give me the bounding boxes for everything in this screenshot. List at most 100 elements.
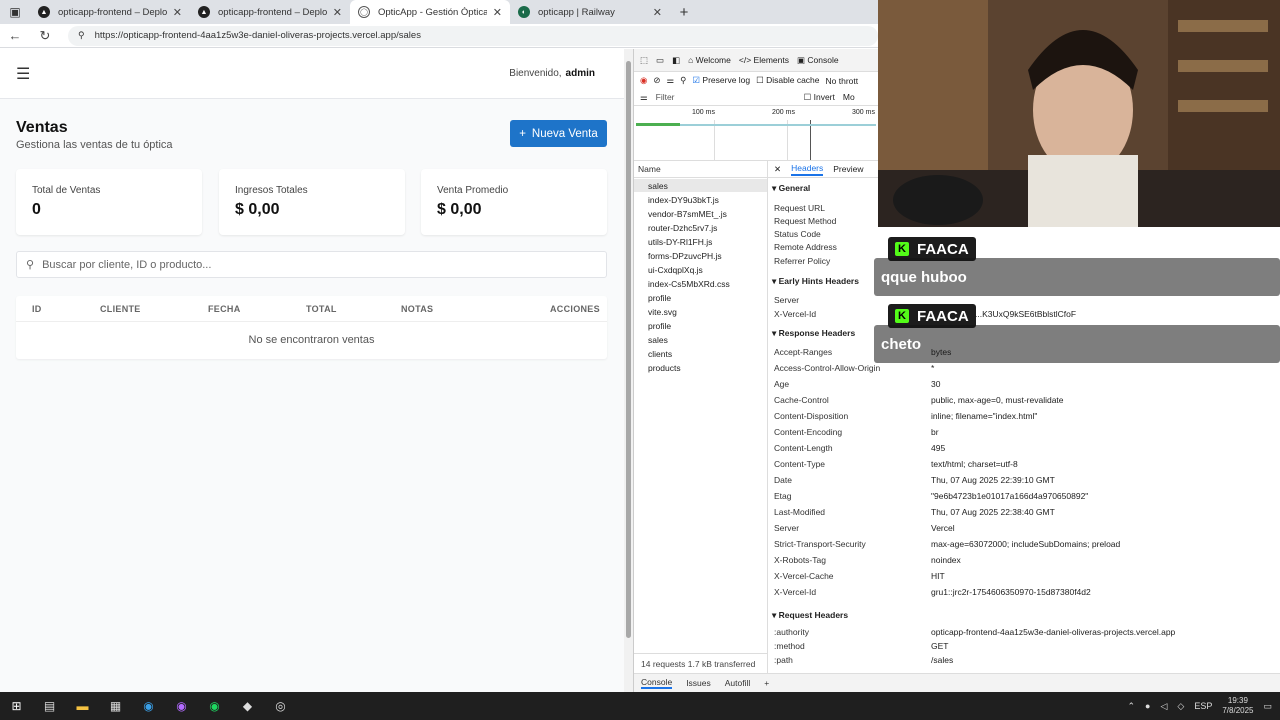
section-title: Request Headers	[778, 610, 849, 620]
section-request-headers[interactable]: ▾ Request Headers	[772, 610, 848, 621]
request-row[interactable]: vite.svg	[648, 307, 677, 317]
drawer-tab-console[interactable]: Console	[641, 677, 673, 689]
chevron-up-icon[interactable]: ⌃	[1128, 701, 1136, 712]
menu-icon[interactable]: ☰	[16, 64, 30, 84]
notification-icon[interactable]: ▭	[1263, 701, 1272, 712]
request-row[interactable]: index-Cs5MbXRd.css	[648, 279, 730, 289]
language-indicator[interactable]: ESP	[1194, 701, 1212, 711]
search-icon[interactable]: ⚲	[680, 75, 686, 86]
add-tab-icon[interactable]: +	[764, 678, 769, 688]
headers-panel: ✕ Headers Preview ▾ General Request URL …	[767, 161, 1280, 691]
header-value: public, max-age=0, must-revalidate	[931, 395, 1064, 405]
request-row[interactable]: ui-CxdqplXq.js	[648, 265, 703, 275]
device-icon[interactable]: ▭	[656, 55, 664, 66]
close-icon[interactable]: ✕	[653, 6, 662, 19]
tab-elements[interactable]: </> Elements	[739, 55, 789, 65]
request-row[interactable]: vendor-B7smMEt_.js	[648, 209, 727, 219]
request-row[interactable]: forms-DPzuvcPH.js	[648, 251, 722, 261]
dock-icon[interactable]: ◧	[672, 55, 680, 66]
inspect-icon[interactable]: ⬚	[640, 55, 648, 66]
sales-table: ID CLIENTE FECHA TOTAL NOTAS ACCIONES No…	[16, 296, 607, 359]
back-icon[interactable]: ←	[0, 28, 30, 43]
volume-icon[interactable]: ◁	[1160, 701, 1167, 712]
app-icon[interactable]: ◆	[231, 692, 264, 720]
url-field[interactable]: ⚲ https://opticapp-frontend-4aa1z5w3e-da…	[68, 25, 878, 46]
section-early-hints[interactable]: ▾ Early Hints Headers	[772, 276, 859, 287]
browser-tab[interactable]: ▲ opticapp-frontend – Deployment ✕	[30, 0, 190, 24]
request-row[interactable]: index-DY9u3bkT.js	[648, 195, 719, 205]
page-scrollbar[interactable]	[624, 49, 633, 692]
throttle-select[interactable]: No thrott	[826, 76, 859, 86]
record-icon[interactable]: ◉	[640, 75, 647, 86]
network-timeline[interactable]: 100 ms 200 ms 300 ms	[634, 106, 878, 161]
new-sale-button[interactable]: + Nueva Venta	[510, 120, 607, 147]
close-icon[interactable]: ✕	[774, 164, 781, 175]
section-response-headers[interactable]: ▾ Response Headers	[772, 328, 855, 339]
site-info-icon[interactable]: ⚲	[78, 30, 85, 41]
header-value: 495	[931, 443, 946, 453]
request-row[interactable]: products	[648, 363, 681, 373]
tab-title: opticapp-frontend – Deployment	[218, 6, 327, 18]
request-row[interactable]: profile	[648, 321, 671, 331]
search-input[interactable]: ⚲ Buscar por cliente, ID o producto...	[16, 251, 607, 278]
stat-card-total-sales: Total de Ventas 0	[16, 169, 202, 235]
network-icon[interactable]: ◇	[1177, 701, 1184, 712]
filter-input[interactable]: Filter	[656, 92, 796, 102]
edge-icon[interactable]: ◉	[132, 692, 165, 720]
file-explorer-icon[interactable]: ▬	[66, 692, 99, 720]
new-tab-button[interactable]: +	[670, 0, 698, 24]
timeline-gridline	[714, 120, 715, 160]
start-icon[interactable]: ⊞	[0, 692, 33, 720]
clear-icon[interactable]: ⊘	[653, 75, 660, 86]
clock[interactable]: 19:39 7/8/2025	[1222, 696, 1253, 716]
clock-time: 19:39	[1227, 696, 1248, 705]
tab-headers[interactable]: Headers	[791, 163, 824, 176]
drawer-tab-issues[interactable]: Issues	[686, 678, 711, 688]
header-value: br	[931, 427, 939, 437]
search-placeholder: Buscar por cliente, ID o producto...	[42, 258, 212, 271]
close-icon[interactable]: ✕	[333, 6, 342, 19]
timeline-tick: 100 ms	[692, 109, 715, 116]
invert-checkbox[interactable]: ☐ Invert	[804, 92, 835, 103]
more-filters[interactable]: Mo	[843, 92, 855, 102]
network-summary: 14 requests 1.7 kB transferred 43	[634, 653, 767, 689]
tab-welcome[interactable]: ⌂ Welcome	[688, 55, 731, 65]
browser-tab[interactable]: ▲ opticapp-frontend – Deployment ✕	[190, 0, 350, 24]
app-icon[interactable]: ◎	[264, 692, 297, 720]
section-general[interactable]: ▾ General	[772, 183, 810, 194]
spotify-icon[interactable]: ◉	[198, 692, 231, 720]
microphone-icon[interactable]: ●	[1145, 701, 1150, 711]
tab-label: Console	[807, 54, 839, 65]
preserve-log-checkbox[interactable]: ☑ Preserve log	[692, 75, 750, 86]
stat-card-average-sale: Venta Promedio $ 0,00	[421, 169, 607, 235]
tab-console[interactable]: ▣ Console	[797, 55, 839, 66]
app-icon[interactable]: ▦	[99, 692, 132, 720]
close-icon[interactable]: ✕	[173, 6, 182, 19]
request-row[interactable]: profile	[648, 293, 671, 303]
request-row[interactable]: router-Dzhc5rv7.js	[648, 223, 717, 233]
stat-label: Venta Promedio	[437, 185, 509, 196]
browser-tab-active[interactable]: ◯ OpticApp - Gestión Óptica ✕	[350, 0, 510, 24]
task-view-icon[interactable]: ▤	[33, 692, 66, 720]
network-toolbar: ◉ ⊘ ⚌ ⚲ ☑ Preserve log ☐ Disable cache N…	[634, 72, 878, 89]
scrollbar-thumb[interactable]	[626, 61, 631, 638]
disable-cache-checkbox[interactable]: ☐ Disable cache	[756, 75, 819, 86]
app-icon[interactable]: ◉	[165, 692, 198, 720]
tab-preview[interactable]: Preview	[833, 164, 863, 174]
request-row[interactable]: sales	[648, 335, 668, 345]
filter-toggle-icon[interactable]: ⚌	[667, 75, 675, 86]
drawer-tab-autofill[interactable]: Autofill	[725, 678, 751, 688]
request-row[interactable]: sales	[648, 181, 668, 191]
header-key: Access-Control-Allow-Origin	[774, 363, 881, 373]
close-icon[interactable]: ✕	[493, 6, 502, 19]
tab-actions-icon[interactable]: ▣	[0, 0, 30, 24]
name-column-header[interactable]: Name	[634, 161, 767, 178]
header-key: Etag	[774, 491, 792, 501]
reload-icon[interactable]: ↻	[30, 28, 60, 44]
request-row[interactable]: clients	[648, 349, 672, 359]
column-header: ACCIONES	[550, 304, 600, 314]
request-row[interactable]: utils-DY-Rl1FH.js	[648, 237, 712, 247]
empty-state: No se encontraron ventas	[248, 334, 375, 346]
page-title: Ventas	[16, 119, 68, 136]
browser-tab[interactable]: ◐ opticapp | Railway ✕	[510, 0, 670, 24]
